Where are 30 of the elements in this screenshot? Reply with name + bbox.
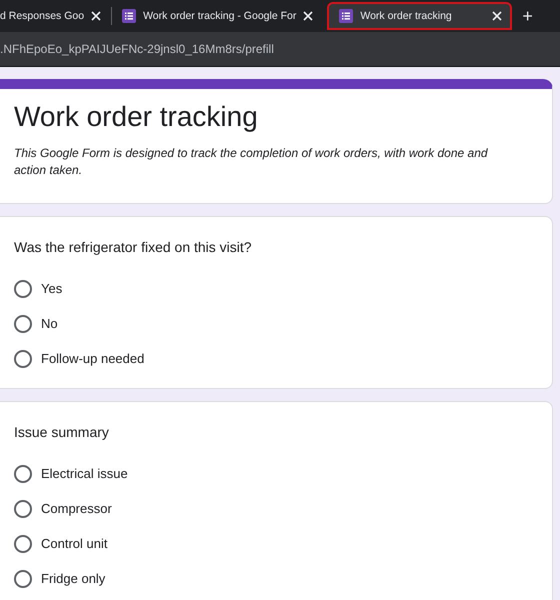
tab-title: Work order tracking - Google For xyxy=(143,10,296,22)
form-description: This Google Form is designed to track the completion of work orders, with work done and action taken. xyxy=(14,145,489,179)
radio-button[interactable] xyxy=(14,464,32,482)
question-title: Was the refrigerator fixed on this visit? xyxy=(14,239,253,255)
option-label[interactable]: No xyxy=(41,316,58,331)
option-label[interactable]: Electrical issue xyxy=(41,466,128,481)
option-label[interactable]: Yes xyxy=(41,281,62,296)
question-title: Issue summary xyxy=(14,424,110,440)
form-title: Work order tracking xyxy=(14,101,259,133)
radio-button[interactable] xyxy=(14,500,32,518)
browser-tab[interactable]: Work order tracking xyxy=(327,2,512,30)
browser-tab[interactable]: Work order tracking - Google For xyxy=(114,2,322,30)
browser-tab[interactable]: d Responses Goo xyxy=(0,2,110,30)
close-icon[interactable] xyxy=(303,11,314,21)
tab-title: d Responses Goo xyxy=(0,10,84,22)
tab-title: Work order tracking xyxy=(360,10,453,22)
option-label[interactable]: Compressor xyxy=(41,501,112,516)
option-label[interactable]: Follow-up needed xyxy=(41,351,144,366)
radio-button[interactable] xyxy=(14,280,32,298)
url-text: .NFhEpoEo_kpPAIJUeFNc-29jnsl0_16Mm8rs/prefill xyxy=(0,42,274,56)
address-bar[interactable]: .NFhEpoEo_kpPAIJUeFNc-29jnsl0_16Mm8rs/prefill xyxy=(0,32,560,67)
close-icon[interactable] xyxy=(91,11,102,21)
radio-button[interactable] xyxy=(14,570,32,588)
radio-button[interactable] xyxy=(14,534,32,552)
option-label[interactable]: Fridge only xyxy=(41,571,106,586)
option-label[interactable]: Control unit xyxy=(41,536,108,551)
new-tab-button[interactable]: + xyxy=(518,6,537,26)
close-icon[interactable] xyxy=(492,11,502,21)
radio-button[interactable] xyxy=(14,350,32,368)
radio-button[interactable] xyxy=(14,314,32,332)
